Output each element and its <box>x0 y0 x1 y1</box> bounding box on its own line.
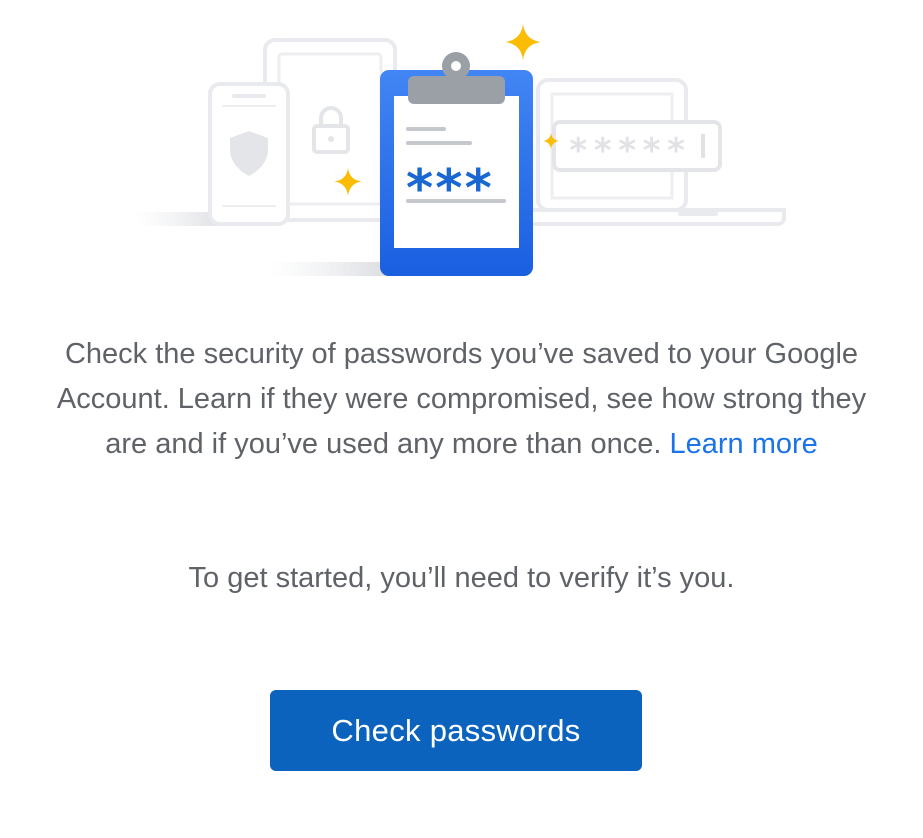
check-passwords-button[interactable]: Check passwords <box>270 690 642 771</box>
sparkle-icon <box>505 24 541 60</box>
phone-icon <box>208 82 290 226</box>
ground-shadow-center <box>270 262 390 276</box>
clipboard-icon: *** <box>380 52 533 276</box>
masked-password-text: ***** <box>568 131 690 171</box>
verify-text: To get started, you’ll need to verify it… <box>188 562 735 594</box>
learn-more-link[interactable]: Learn more <box>669 428 817 460</box>
clipboard-masked-text: *** <box>404 159 492 219</box>
description-text: Check the security of passwords you’ve s… <box>40 332 883 467</box>
password-field-graphic: ***** <box>552 120 722 172</box>
password-checkup-illustration: ***** *** <box>135 24 786 276</box>
